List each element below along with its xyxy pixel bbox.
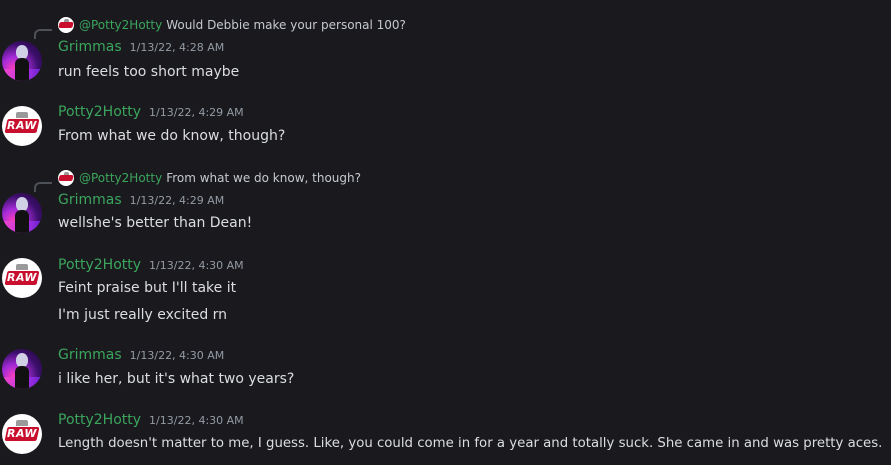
raw-logo-avatar[interactable]: RAW [2,258,42,298]
message-header: Grimmas 1/13/22, 4:30 AM [58,347,224,367]
username[interactable]: Grimmas [58,39,122,55]
message-text: I'm just really excited rn [58,307,228,323]
username[interactable]: Grimmas [58,192,122,208]
message-header: Potty2Hotty 1/13/22, 4:29 AM [58,104,244,124]
reply-preview-text: From what we do know, though? [166,171,361,185]
timestamp[interactable]: 1/13/22, 4:28 AM [130,41,225,54]
timestamp[interactable]: 1/13/22, 4:29 AM [130,194,225,207]
chat-message-list: @Potty2Hotty Would Debbie make your pers… [0,0,891,465]
reply-reference[interactable]: @Potty2Hotty From what we do know, thoug… [58,169,361,187]
message-header: Potty2Hotty 1/13/22, 4:30 AM [58,412,244,432]
reply-mention[interactable]: @Potty2Hotty [79,18,162,32]
username[interactable]: Potty2Hotty [58,257,141,273]
message-header: Grimmas 1/13/22, 4:28 AM [58,39,224,59]
message-text: Length doesn't matter to me, I guess. Li… [58,436,883,451]
reply-connector [34,29,52,39]
timestamp[interactable]: 1/13/22, 4:30 AM [130,349,225,362]
reply-connector [34,182,52,192]
message-text: Feint praise but I'll take it [58,280,237,296]
username[interactable]: Grimmas [58,347,122,363]
reply-mention[interactable]: @Potty2Hotty [79,171,162,185]
message-header: Grimmas 1/13/22, 4:29 AM [58,192,224,212]
timestamp[interactable]: 1/13/22, 4:30 AM [149,259,244,272]
timestamp[interactable]: 1/13/22, 4:29 AM [149,106,244,119]
message-text: From what we do know, though? [58,128,286,144]
username[interactable]: Potty2Hotty [58,104,141,120]
message-text: i like her, but it's what two years? [58,371,295,387]
grimmas-avatar[interactable] [2,349,42,389]
message-text: run feels too short maybe [58,64,240,80]
message-text: wellshe's better than Dean! [58,215,253,231]
raw-logo-mini-avatar [58,170,74,186]
grimmas-avatar[interactable] [2,193,42,233]
reply-preview-text: Would Debbie make your personal 100? [166,18,406,32]
reply-reference[interactable]: @Potty2Hotty Would Debbie make your pers… [58,16,406,34]
timestamp[interactable]: 1/13/22, 4:30 AM [149,414,244,427]
raw-logo-avatar[interactable]: RAW [2,414,42,454]
raw-logo-avatar[interactable]: RAW [2,106,42,146]
username[interactable]: Potty2Hotty [58,412,141,428]
grimmas-avatar[interactable] [2,41,42,81]
raw-logo-mini-avatar [58,17,74,33]
message-header: Potty2Hotty 1/13/22, 4:30 AM [58,257,244,277]
